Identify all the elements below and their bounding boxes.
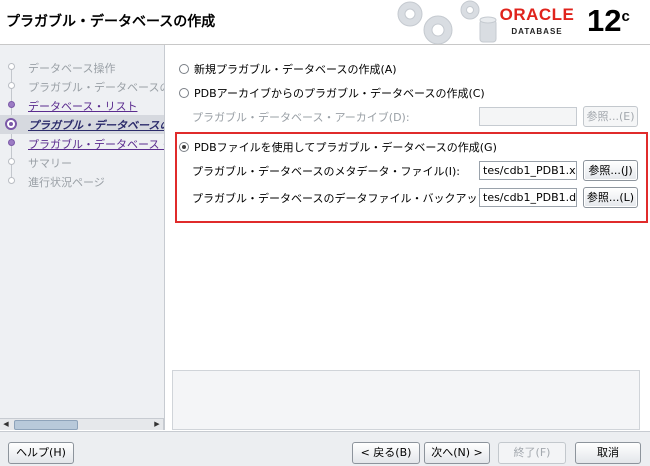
step-dot-icon: [8, 139, 15, 146]
step-dot-icon: [8, 158, 15, 165]
message-area: [172, 370, 640, 430]
nav-step-label[interactable]: プラガブル・データベース・オ: [28, 136, 164, 152]
nav-step-create-pdb-current[interactable]: プラガブル・データベースの: [0, 115, 164, 134]
nav-step-label: サマリー: [28, 157, 72, 170]
header-bar: プラガブル・データベースの作成 ORACLE DATABASE 12c: [0, 0, 650, 45]
nav-step-database-list[interactable]: データベース・リスト: [0, 96, 164, 115]
nav-step-label[interactable]: データベース・リスト: [28, 98, 137, 114]
nav-step-label[interactable]: プラガブル・データベースの: [28, 117, 164, 133]
next-button[interactable]: 次へ(N) >: [424, 442, 490, 464]
nav-step-manage-pdb: プラガブル・データベースの管: [0, 77, 164, 96]
archive-browse-button: 参照...(E): [583, 106, 638, 127]
nav-step-database-operation: データベース操作: [0, 58, 164, 77]
nav-step-label: 進行状況ページ: [28, 176, 105, 189]
footer-bar: ヘルプ(H) < 戻る(B) 次へ(N) > 終了(F) 取消: [0, 431, 650, 466]
radio-from-archive[interactable]: [179, 88, 189, 98]
version-badge: 12c: [587, 2, 630, 40]
oracle-brand: ORACLE: [499, 5, 575, 24]
cancel-button[interactable]: 取消: [575, 442, 641, 464]
finish-button: 終了(F): [498, 442, 566, 464]
gears-decoration-icon: [397, 0, 497, 44]
nav-step-progress: 進行状況ページ: [0, 172, 164, 191]
oracle-logo: ORACLE DATABASE: [492, 6, 582, 38]
nav-step-summary: サマリー: [0, 153, 164, 172]
oracle-brand-sub: DATABASE: [511, 27, 563, 36]
highlight-box: [175, 132, 648, 223]
option-new-pdb[interactable]: 新規プラガブル・データベースの作成(A): [179, 61, 397, 77]
nav-step-label: プラガブル・データベースの管: [28, 81, 164, 94]
step-navigation: データベース操作 プラガブル・データベースの管 データベース・リスト プラガブル…: [0, 45, 165, 430]
current-step-icon: [5, 118, 17, 130]
help-button[interactable]: ヘルプ(H): [8, 442, 74, 464]
scrollbar-thumb[interactable]: [14, 420, 78, 430]
step-dot-icon: [8, 82, 15, 89]
scroll-left-icon[interactable]: ◀: [0, 419, 12, 430]
step-dot-icon: [8, 63, 15, 70]
archive-label: プラガブル・データベース・アーカイブ(D):: [192, 111, 410, 124]
option-label: PDBアーカイブからのプラガブル・データベースの作成(C): [194, 87, 485, 100]
step-dot-icon: [8, 177, 15, 184]
nav-horizontal-scrollbar[interactable]: ◀ ▶: [0, 418, 164, 430]
back-button[interactable]: < 戻る(B): [352, 442, 420, 464]
nav-step-label: データベース操作: [28, 62, 116, 75]
scroll-right-icon[interactable]: ▶: [151, 419, 163, 430]
archive-path-field: [479, 107, 577, 126]
option-label: 新規プラガブル・データベースの作成(A): [194, 63, 397, 76]
version-number: 12: [587, 3, 622, 38]
radio-new-pdb[interactable]: [179, 64, 189, 74]
version-suffix: c: [621, 8, 630, 25]
window-title: プラガブル・データベースの作成: [6, 14, 216, 30]
nav-step-pdb-options[interactable]: プラガブル・データベース・オ: [0, 134, 164, 153]
option-from-archive[interactable]: PDBアーカイブからのプラガブル・データベースの作成(C): [179, 85, 485, 101]
step-dot-icon: [8, 101, 15, 108]
